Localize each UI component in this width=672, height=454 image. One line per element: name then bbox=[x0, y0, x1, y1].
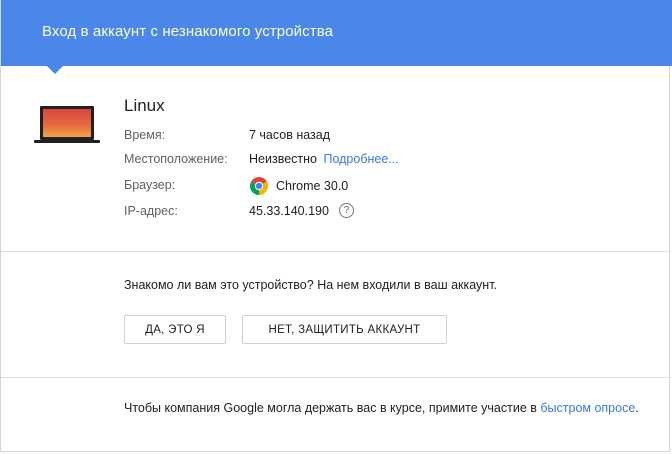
survey-link[interactable]: быстром опросе bbox=[540, 401, 635, 415]
header-pointer bbox=[46, 65, 64, 74]
survey-message: Чтобы компания Google могла держать вас … bbox=[124, 401, 541, 415]
survey-text: Чтобы компания Google могла держать вас … bbox=[124, 399, 644, 418]
location-details-link[interactable]: Подробнее... bbox=[323, 152, 398, 166]
laptop-icon bbox=[34, 106, 100, 143]
ip-label: IP-адрес: bbox=[124, 204, 178, 218]
chrome-icon bbox=[250, 177, 268, 195]
alert-header: Вход в аккаунт с незнакомого устройства bbox=[1, 0, 672, 66]
divider bbox=[1, 251, 671, 252]
help-icon[interactable]: ? bbox=[339, 203, 354, 218]
security-alert-card: Вход в аккаунт с незнакомого устройства … bbox=[0, 0, 672, 452]
time-value: 7 часов назад bbox=[249, 128, 331, 142]
time-label: Время: bbox=[124, 128, 166, 142]
browser-label: Браузер: bbox=[124, 178, 176, 192]
browser-value: Chrome 30.0 bbox=[276, 179, 349, 193]
divider bbox=[1, 377, 671, 378]
location-label: Местоположение: bbox=[124, 152, 228, 166]
location-value: Неизвестно bbox=[249, 152, 317, 166]
location-value-group: Неизвестно Подробнее... bbox=[249, 152, 399, 166]
device-name: Linux bbox=[124, 96, 165, 115]
survey-suffix: . bbox=[635, 401, 639, 415]
yes-its-me-button[interactable]: ДА, ЭТО Я bbox=[124, 315, 226, 344]
alert-title: Вход в аккаунт с незнакомого устройства bbox=[42, 23, 334, 40]
ip-value: 45.33.140.190 bbox=[249, 204, 329, 218]
confirm-question: Знакомо ли вам это устройство? На нем вх… bbox=[124, 278, 498, 292]
secure-account-button[interactable]: НЕТ, ЗАЩИТИТЬ АККАУНТ bbox=[242, 315, 447, 344]
